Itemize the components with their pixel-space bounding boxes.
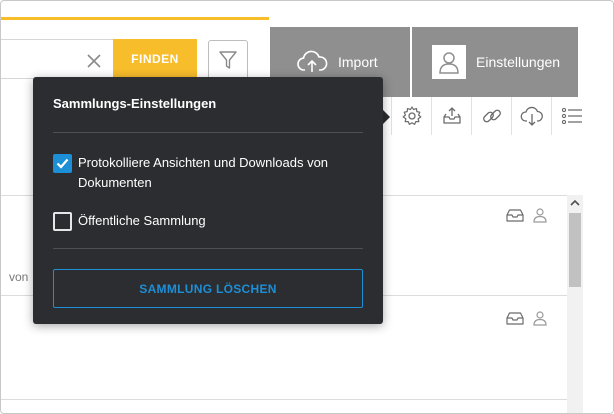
collection-settings-popover: Sammlungs-Einstellungen Protokolliere An… bbox=[33, 77, 383, 324]
row-author-text: von bbox=[9, 270, 29, 284]
cloud-upload-icon bbox=[297, 50, 328, 72]
checkmark-icon bbox=[56, 158, 69, 169]
popover-divider bbox=[53, 248, 363, 249]
scrollbar[interactable] bbox=[567, 195, 583, 413]
share-tool-button[interactable] bbox=[431, 97, 471, 135]
public-collection-checkbox[interactable] bbox=[53, 212, 72, 231]
tab-import-label: Import bbox=[338, 54, 378, 70]
log-views-label[interactable]: Protokolliere Ansichten und Downloads vo… bbox=[78, 153, 368, 193]
list-view-button[interactable] bbox=[551, 97, 591, 135]
popover-title: Sammlungs-Einstellungen bbox=[53, 96, 217, 111]
inbox-icon[interactable] bbox=[505, 310, 525, 326]
list-icon bbox=[561, 107, 582, 125]
link-tool-button[interactable] bbox=[471, 97, 511, 135]
delete-collection-button[interactable]: SAMMLUNG LÖSCHEN bbox=[53, 269, 363, 308]
find-button[interactable]: FINDEN bbox=[113, 39, 197, 79]
chevron-up-icon bbox=[570, 199, 580, 206]
inbox-upload-icon bbox=[442, 107, 461, 124]
search-accent-bar bbox=[1, 17, 269, 20]
link-icon bbox=[482, 109, 501, 123]
close-icon[interactable] bbox=[84, 51, 104, 71]
cloud-download-icon bbox=[520, 106, 543, 126]
tab-settings-label: Einstellungen bbox=[476, 54, 561, 70]
popover-arrow bbox=[383, 110, 390, 124]
user-icon[interactable] bbox=[532, 310, 548, 326]
log-views-checkbox[interactable] bbox=[53, 154, 72, 173]
gear-icon bbox=[402, 106, 421, 125]
avatar bbox=[432, 45, 466, 79]
settings-tool-button[interactable] bbox=[391, 97, 431, 135]
filter-button[interactable] bbox=[208, 40, 248, 80]
public-collection-label[interactable]: Öffentliche Sammlung bbox=[78, 211, 368, 231]
tab-settings[interactable]: Einstellungen bbox=[412, 27, 578, 97]
popover-divider bbox=[53, 132, 363, 133]
filter-icon bbox=[219, 51, 237, 69]
inbox-icon[interactable] bbox=[505, 207, 525, 223]
user-icon bbox=[439, 52, 459, 74]
scrollbar-thumb[interactable] bbox=[569, 213, 581, 287]
window-frame: FINDEN Import Einstellungen von Sammlung… bbox=[0, 0, 614, 414]
row-divider bbox=[1, 399, 567, 400]
user-icon[interactable] bbox=[532, 207, 548, 223]
scroll-up-button[interactable] bbox=[567, 195, 583, 211]
download-tool-button[interactable] bbox=[511, 97, 551, 135]
